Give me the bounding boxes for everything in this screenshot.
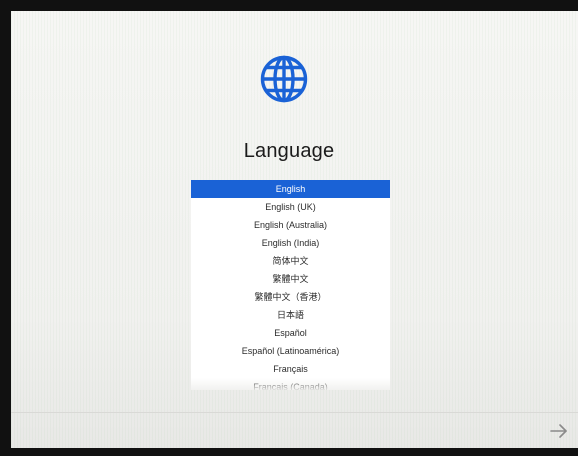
page-title: Language bbox=[243, 140, 335, 162]
language-option[interactable]: English (India) bbox=[191, 234, 390, 252]
language-option[interactable]: Français bbox=[191, 360, 390, 378]
language-option[interactable]: English bbox=[191, 180, 390, 198]
footer-divider bbox=[11, 412, 578, 413]
language-option[interactable]: Français (Canada) bbox=[191, 378, 390, 390]
language-option[interactable]: 繁體中文 bbox=[191, 270, 390, 288]
language-option[interactable]: English (Australia) bbox=[191, 216, 390, 234]
language-option[interactable]: 简体中文 bbox=[191, 252, 390, 270]
language-option[interactable]: Español (Latinoamérica) bbox=[191, 342, 390, 360]
right-arrow-icon[interactable] bbox=[548, 421, 570, 441]
language-list[interactable]: English English (UK) English (Australia) En… bbox=[191, 180, 390, 390]
language-option[interactable]: 日本語 bbox=[191, 306, 390, 324]
language-option[interactable]: 繁體中文（香港） bbox=[191, 288, 390, 306]
globe-icon bbox=[260, 55, 308, 103]
language-option[interactable]: Español bbox=[191, 324, 390, 342]
language-option[interactable]: English (UK) bbox=[191, 198, 390, 216]
monitor-frame: Language English English (UK) English (Aus… bbox=[0, 0, 578, 456]
